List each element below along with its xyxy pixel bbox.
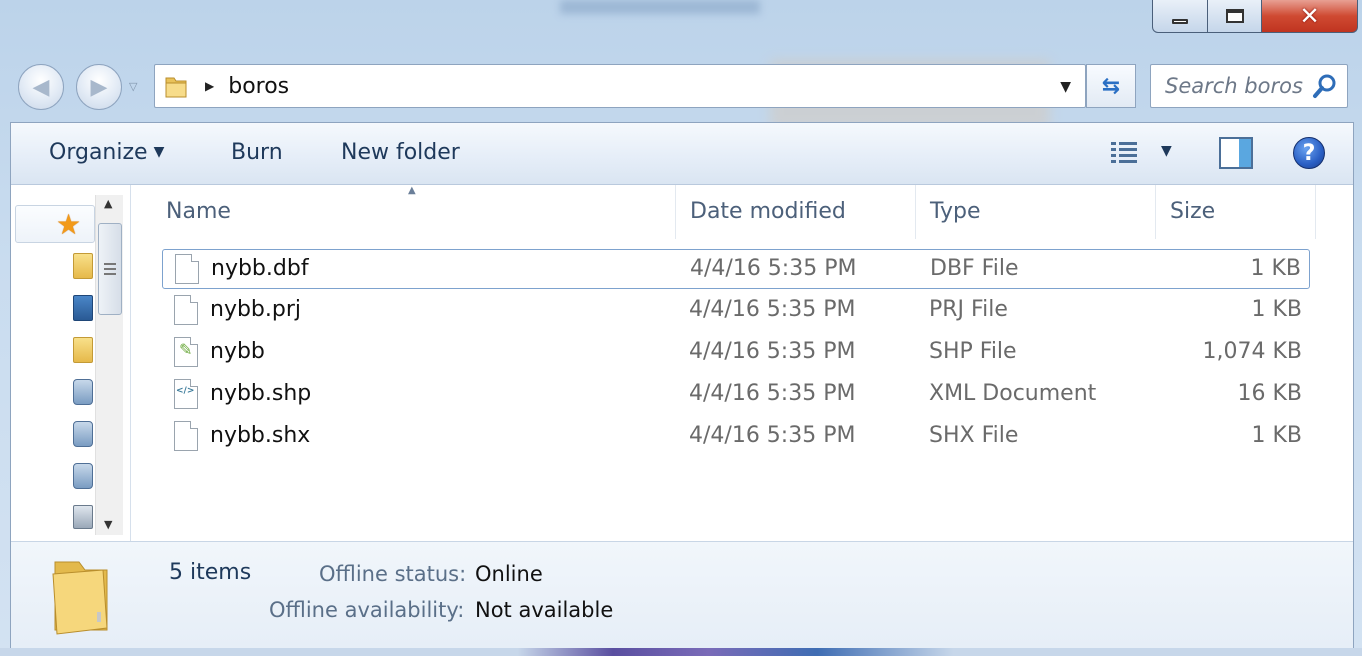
breadcrumb-chevron-icon[interactable]: ▶ — [205, 79, 214, 93]
help-icon[interactable]: ? — [1293, 137, 1325, 169]
file-type: XML Document — [929, 381, 1097, 406]
column-header-type[interactable]: Type — [916, 185, 1156, 239]
minimize-icon — [1172, 18, 1188, 24]
views-dropdown-icon[interactable]: ▼ — [1161, 143, 1172, 159]
network-icon[interactable] — [73, 505, 93, 529]
navigation-pane: ★ ▲ ▼ — [11, 185, 131, 541]
file-size: 1 KB — [1251, 297, 1302, 322]
refresh-icon: ⇆ — [1101, 73, 1121, 99]
offline-availability-label: Offline availability: — [269, 598, 465, 622]
column-header-size[interactable]: Size — [1156, 185, 1316, 239]
window-caption-buttons: ✕ — [1152, 0, 1358, 33]
favorites-star-icon: ★ — [56, 208, 82, 241]
maximize-button[interactable] — [1208, 0, 1262, 33]
file-type: SHX File — [929, 423, 1019, 448]
favorites-item[interactable]: ★ — [15, 205, 95, 243]
folder-icon — [165, 77, 187, 98]
forward-arrow-icon: ▶ — [90, 74, 108, 100]
scroll-up-icon[interactable]: ▲ — [104, 197, 112, 210]
address-dropdown-icon[interactable]: ▼ — [1060, 79, 1071, 95]
search-input[interactable]: Search boros — [1150, 64, 1348, 108]
breadcrumb-folder[interactable]: boros — [228, 74, 289, 99]
offline-status-label: Offline status: — [319, 562, 467, 586]
folder-icon — [52, 561, 108, 635]
file-date: 4/4/16 5:35 PM — [689, 423, 856, 448]
preview-pane-icon[interactable] — [1219, 137, 1253, 169]
file-list: Name ▲ Date modified Type Size nybb.dbf … — [132, 185, 1353, 541]
scroll-down-icon[interactable]: ▼ — [104, 518, 112, 531]
minimize-button[interactable] — [1152, 0, 1208, 33]
chevron-down-icon: ▽ — [129, 80, 138, 93]
sort-ascending-icon: ▲ — [408, 185, 416, 196]
desktop-icon[interactable] — [73, 295, 93, 321]
address-bar[interactable]: ▶ boros ▼ — [154, 64, 1086, 108]
recent-pages-dropdown[interactable]: ▽ — [129, 80, 137, 93]
file-type: DBF File — [930, 256, 1019, 281]
file-row[interactable]: nybb.shx 4/4/16 5:35 PM SHX File 1 KB — [162, 417, 1310, 457]
file-date: 4/4/16 5:35 PM — [689, 381, 856, 406]
file-icon — [174, 421, 198, 451]
file-name: nybb.prj — [210, 297, 302, 322]
details-pane: 5 items Offline status: Online Offline a… — [11, 541, 1353, 648]
column-headers: Name ▲ Date modified Type Size — [132, 185, 1353, 239]
column-header-date[interactable]: Date modified — [676, 185, 916, 239]
file-row[interactable]: nybb.prj 4/4/16 5:35 PM PRJ File 1 KB — [162, 291, 1310, 331]
file-name: nybb.dbf — [211, 256, 309, 281]
command-bar: Organize ▼ Burn New folder ▼ ? — [11, 123, 1353, 185]
item-count: 5 items — [169, 560, 252, 585]
file-row[interactable]: nybb.shp 4/4/16 5:35 PM XML Document 16 … — [162, 375, 1310, 415]
file-name: nybb — [210, 339, 265, 364]
back-arrow-icon: ◀ — [32, 74, 50, 100]
file-icon — [174, 295, 198, 325]
file-date: 4/4/16 5:35 PM — [689, 339, 856, 364]
forward-button[interactable]: ▶ — [76, 64, 122, 110]
search-icon[interactable] — [1311, 72, 1339, 100]
drive-icon[interactable] — [73, 379, 93, 405]
drive-icon[interactable] — [73, 421, 93, 447]
file-size: 1 KB — [1250, 256, 1301, 281]
organize-button[interactable]: Organize ▼ — [49, 140, 164, 165]
column-header-name[interactable]: Name — [132, 185, 676, 239]
back-button[interactable]: ◀ — [18, 64, 64, 110]
folder-icon[interactable] — [73, 337, 93, 363]
scrollbar-thumb[interactable] — [98, 223, 122, 315]
explorer-window: Organize ▼ Burn New folder ▼ ? ★ ▲ ▼ Nam… — [10, 122, 1354, 648]
file-size: 1 KB — [1251, 423, 1302, 448]
offline-availability-value: Not available — [475, 598, 614, 622]
burn-button[interactable]: Burn — [231, 140, 283, 165]
details-view-icon[interactable] — [1109, 139, 1141, 167]
file-name: nybb.shp — [210, 381, 312, 406]
file-name: nybb.shx — [210, 423, 311, 448]
xml-file-icon — [174, 379, 198, 409]
organize-label: Organize — [49, 140, 148, 165]
offline-status-value: Online — [475, 562, 543, 586]
background-blur — [560, 0, 760, 14]
file-date: 4/4/16 5:35 PM — [689, 297, 856, 322]
folder-icon[interactable] — [73, 253, 93, 279]
close-button[interactable]: ✕ — [1262, 0, 1358, 33]
refresh-button[interactable]: ⇆ — [1086, 64, 1136, 108]
close-icon: ✕ — [1299, 2, 1320, 30]
file-type: SHP File — [929, 339, 1017, 364]
search-placeholder: Search boros — [1165, 74, 1303, 98]
file-row[interactable]: nybb.dbf 4/4/16 5:35 PM DBF File 1 KB — [162, 249, 1310, 289]
maximize-icon — [1225, 9, 1244, 23]
shp-file-icon — [174, 337, 198, 367]
nav-pane-scrollbar[interactable]: ▲ ▼ — [95, 195, 123, 535]
chevron-down-icon: ▼ — [153, 144, 165, 160]
drive-icon[interactable] — [73, 463, 93, 489]
file-icon — [175, 254, 199, 284]
new-folder-button[interactable]: New folder — [341, 140, 460, 165]
file-size: 16 KB — [1237, 381, 1302, 406]
taskbar-edge — [0, 648, 1362, 656]
file-type: PRJ File — [929, 297, 1008, 322]
file-date: 4/4/16 5:35 PM — [690, 256, 857, 281]
file-row[interactable]: nybb 4/4/16 5:35 PM SHP File 1,074 KB — [162, 333, 1310, 373]
file-size: 1,074 KB — [1202, 339, 1303, 364]
